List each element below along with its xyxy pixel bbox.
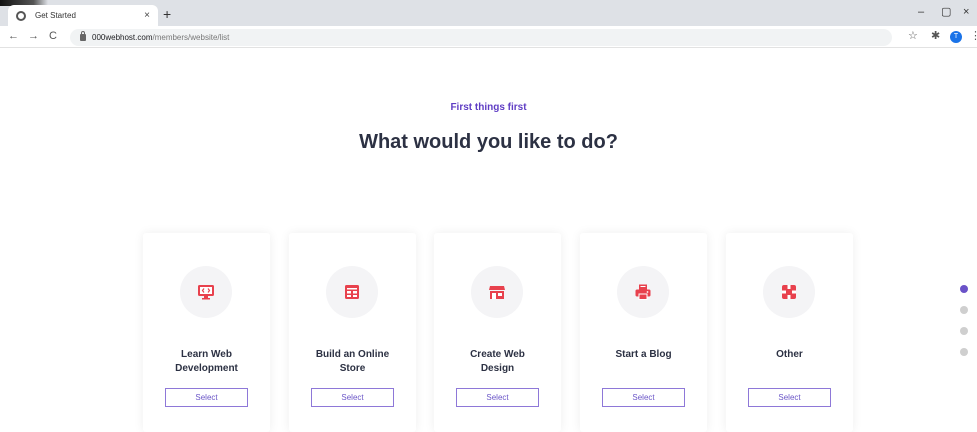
card-title: Build an Online Store — [315, 349, 390, 374]
reload-button[interactable]: C — [49, 30, 57, 42]
option-card-web-design[interactable]: Create Web Design Select — [434, 233, 561, 432]
card-icon-circle — [471, 266, 523, 318]
browser-toolbar: ← → C 000webhost.com/members/website/lis… — [0, 26, 977, 48]
storefront-icon — [489, 286, 505, 299]
pagination-dot-3[interactable] — [960, 327, 968, 335]
card-icon-circle — [326, 266, 378, 318]
pagination-dot-1[interactable] — [960, 285, 968, 293]
url-text: 000webhost.com/members/website/list — [92, 33, 230, 42]
maximize-button[interactable]: ▢ — [941, 5, 951, 19]
bookmark-star-icon[interactable]: ☆ — [908, 30, 918, 42]
option-card-start-blog[interactable]: Start a Blog Select — [580, 233, 707, 432]
profile-avatar[interactable]: T — [950, 31, 962, 43]
store-grid-icon — [345, 285, 359, 299]
card-title: Other — [776, 349, 803, 360]
option-card-online-store[interactable]: Build an Online Store Select — [289, 233, 416, 432]
puzzle-icon — [782, 285, 796, 299]
select-button[interactable]: Select — [748, 388, 831, 407]
close-window-button[interactable]: × — [963, 5, 969, 19]
card-title: Learn Web Development — [175, 349, 238, 374]
card-title: Start a Blog — [615, 349, 672, 360]
card-icon-circle — [617, 266, 669, 318]
tab-title: Get Started — [35, 11, 76, 20]
extensions-icon[interactable]: ✱ — [931, 30, 940, 42]
select-button[interactable]: Select — [456, 388, 539, 407]
select-button[interactable]: Select — [311, 388, 394, 407]
new-tab-button[interactable]: + — [163, 7, 171, 21]
monitor-code-icon — [198, 285, 214, 300]
lock-icon — [80, 31, 86, 41]
page-title: What would you like to do? — [359, 131, 618, 153]
printer-blog-icon — [635, 284, 651, 300]
back-button[interactable]: ← — [8, 30, 19, 42]
option-card-other[interactable]: Other Select — [726, 233, 853, 432]
globe-icon — [16, 10, 26, 21]
menu-icon[interactable]: ⋮ — [970, 30, 977, 42]
select-button[interactable]: Select — [165, 388, 248, 407]
browser-tab-strip: Get Started × + – ▢ × — [0, 0, 977, 26]
eyebrow-text: First things first — [450, 102, 527, 113]
close-tab-icon[interactable]: × — [144, 10, 150, 21]
address-bar[interactable]: 000webhost.com/members/website/list — [70, 29, 892, 46]
pagination-dot-4[interactable] — [960, 348, 968, 356]
option-card-learn-web-development[interactable]: Learn Web Development Select — [143, 233, 270, 432]
minimize-button[interactable]: – — [918, 5, 924, 19]
forward-button[interactable]: → — [28, 30, 39, 42]
browser-tab[interactable]: Get Started × — [8, 5, 158, 26]
pagination-dot-2[interactable] — [960, 306, 968, 314]
card-icon-circle — [180, 266, 232, 318]
card-title: Create Web Design — [470, 349, 525, 374]
select-button[interactable]: Select — [602, 388, 685, 407]
card-icon-circle — [763, 266, 815, 318]
